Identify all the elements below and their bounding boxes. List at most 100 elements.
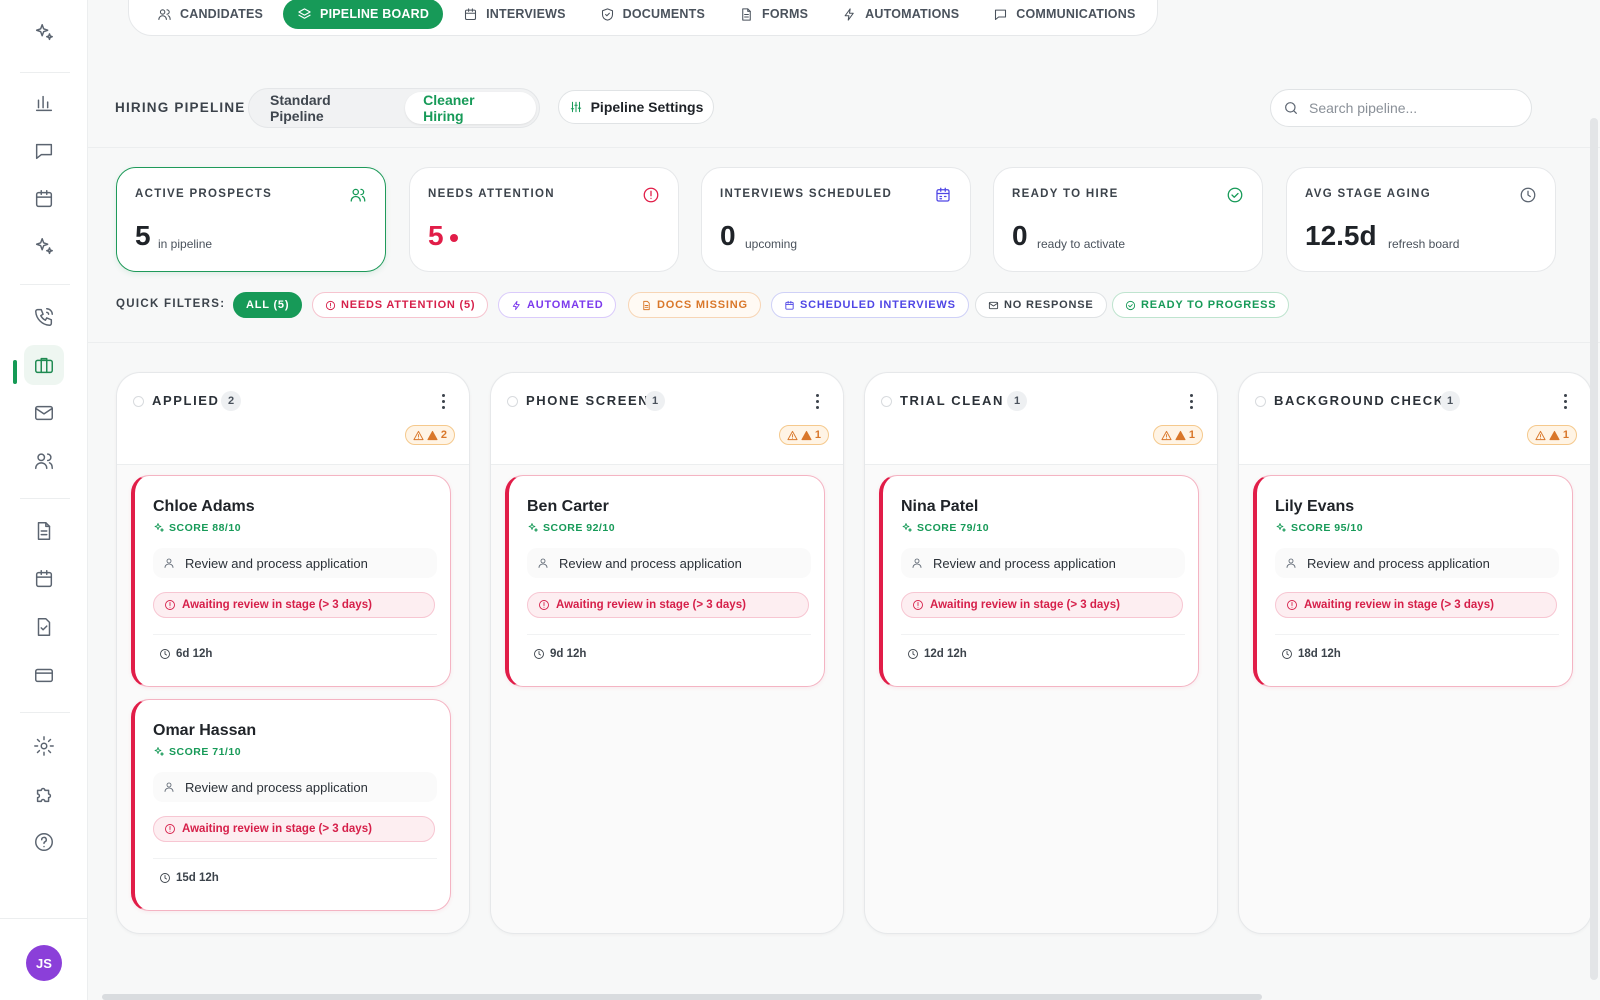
horizontal-scrollbar[interactable] <box>102 994 1262 1000</box>
message-icon <box>995 9 1007 20</box>
users-icon[interactable] <box>24 441 64 481</box>
stat-card-avg-stage-aging[interactable]: AVG STAGE AGING 12.5d refresh board <box>1286 167 1556 272</box>
score-text: SCORE 92/10 <box>543 522 616 534</box>
candidate-card[interactable]: Nina Patel SCORE 79/10 Review and proces… <box>879 475 1199 687</box>
column-menu-button[interactable] <box>1557 391 1573 411</box>
tab-forms[interactable]: FORMS <box>725 0 822 29</box>
card-alert: Awaiting review in stage (> 3 days) <box>153 592 435 618</box>
sparkle-icon <box>154 747 164 756</box>
search-input[interactable] <box>1309 100 1519 116</box>
stat-subtext: upcoming <box>745 237 798 251</box>
clock-icon <box>160 873 170 883</box>
stat-card-interviews-scheduled[interactable]: INTERVIEWS SCHEDULED 0 upcoming <box>701 167 971 272</box>
gear-icon[interactable] <box>24 726 64 766</box>
sidebar-active-indicator <box>13 360 17 384</box>
stat-card-active-prospects[interactable]: ACTIVE PROSPECTS 5 in pipeline <box>116 167 386 272</box>
filter-chip-needs-attention[interactable]: NEEDS ATTENTION (5) <box>312 292 489 318</box>
warning-icon <box>787 430 798 440</box>
bar-chart-icon[interactable] <box>24 83 64 123</box>
stage-column-phone-screen: PHONE SCREEN 1 1 Ben Carter SCORE 92/10 … <box>490 372 844 934</box>
bolt-icon <box>844 7 854 21</box>
column-select-radio[interactable] <box>507 396 518 407</box>
candidate-card[interactable]: Omar Hassan SCORE 71/10 Review and proce… <box>131 699 451 911</box>
calendar-icon <box>465 7 477 20</box>
alert-dot <box>449 233 458 242</box>
clipboard-check-icon[interactable] <box>24 607 64 647</box>
segment-cleaner-hiring[interactable]: Cleaner Hiring <box>405 92 536 124</box>
sparkle-icon <box>154 523 164 532</box>
filter-chip-docs-missing[interactable]: DOCS MISSING <box>628 292 761 318</box>
candidate-name: Ben Carter <box>527 498 609 515</box>
alert-text: Awaiting review in stage (> 3 days) <box>556 599 746 611</box>
calendar-icon[interactable] <box>24 559 64 599</box>
column-header: PHONE SCREEN 1 1 <box>491 373 843 465</box>
column-menu-button[interactable] <box>809 391 825 411</box>
vertical-scrollbar[interactable] <box>1590 118 1598 980</box>
alert-circle-icon <box>1287 600 1297 610</box>
stat-label: ACTIVE PROSPECTS <box>135 188 273 200</box>
tab-label: PIPELINE BOARD <box>320 7 430 21</box>
column-title: TRIAL CLEAN <box>900 393 1005 408</box>
avatar[interactable]: JS <box>26 945 62 981</box>
pipeline-settings-button[interactable]: Pipeline Settings <box>558 90 714 124</box>
time-in-stage: 6d 12h <box>176 648 213 660</box>
card-alert: Awaiting review in stage (> 3 days) <box>1275 592 1557 618</box>
document-icon[interactable] <box>24 511 64 551</box>
chip-label: DOCS MISSING <box>657 299 748 311</box>
tab-candidates[interactable]: CANDIDATES <box>143 0 277 29</box>
column-menu-button[interactable] <box>435 391 451 411</box>
stage-column-trial-clean: TRIAL CLEAN 1 1 Nina Patel SCORE 79/10 R… <box>864 372 1218 934</box>
card-alert: Awaiting review in stage (> 3 days) <box>153 816 435 842</box>
tab-interviews[interactable]: INTERVIEWS <box>449 0 580 29</box>
pipeline-settings-label: Pipeline Settings <box>590 99 704 115</box>
column-header: APPLIED 2 2 <box>117 373 469 465</box>
time-in-stage: 18d 12h <box>1298 648 1341 660</box>
calendar-icon <box>934 186 952 204</box>
tab-label: CANDIDATES <box>180 7 264 21</box>
filter-chip-ready-to-progress[interactable]: READY TO PROGRESS <box>1112 292 1290 318</box>
clock-icon <box>1519 186 1537 204</box>
filter-chip-no-response[interactable]: NO RESPONSE <box>975 292 1107 318</box>
calendar-icon[interactable] <box>24 179 64 219</box>
calendar-icon <box>785 300 794 310</box>
users-icon <box>158 8 171 20</box>
candidate-card[interactable]: Lily Evans SCORE 95/10 Review and proces… <box>1253 475 1573 687</box>
tab-automations[interactable]: AUTOMATIONS <box>828 0 973 29</box>
phone-icon[interactable] <box>24 297 64 337</box>
column-menu-button[interactable] <box>1183 391 1199 411</box>
warning-icon <box>427 430 438 440</box>
sparkle-icon[interactable] <box>24 227 64 267</box>
help-icon[interactable] <box>24 822 64 862</box>
column-select-radio[interactable] <box>133 396 144 407</box>
stat-card-needs-attention[interactable]: NEEDS ATTENTION 5 <box>409 167 679 272</box>
credit-card-icon[interactable] <box>24 655 64 695</box>
score-text: SCORE 88/10 <box>169 522 242 534</box>
stat-card-ready-to-hire[interactable]: READY TO HIRE 0 ready to activate <box>993 167 1263 272</box>
filter-chip-scheduled-interviews[interactable]: SCHEDULED INTERVIEWS <box>771 292 969 318</box>
sparkle-icon[interactable] <box>24 13 64 53</box>
message-icon[interactable] <box>24 131 64 171</box>
column-select-radio[interactable] <box>1255 396 1266 407</box>
column-count-badge: 1 <box>645 391 665 411</box>
candidate-card[interactable]: Chloe Adams SCORE 88/10 Review and proce… <box>131 475 451 687</box>
user-icon <box>164 782 174 792</box>
column-select-radio[interactable] <box>881 396 892 407</box>
puzzle-icon[interactable] <box>24 774 64 814</box>
refresh-board-link[interactable]: refresh board <box>1388 237 1459 251</box>
tab-label: AUTOMATIONS <box>865 7 960 21</box>
tab-communications[interactable]: COMMUNICATIONS <box>979 0 1149 29</box>
mail-icon[interactable] <box>24 393 64 433</box>
sidebar-divider <box>20 72 70 73</box>
tab-documents[interactable]: DOCUMENTS <box>586 0 719 29</box>
stat-subtext: in pipeline <box>158 237 213 251</box>
quick-filters-label: QUICK FILTERS: <box>116 298 226 310</box>
stat-value: 5 <box>428 220 444 251</box>
stat-value-row: 5 <box>428 220 458 252</box>
clock-icon <box>1282 649 1292 659</box>
candidate-card[interactable]: Ben Carter SCORE 92/10 Review and proces… <box>505 475 825 687</box>
tab-pipeline-board[interactable]: PIPELINE BOARD <box>283 0 444 29</box>
filter-chip-automated[interactable]: AUTOMATED <box>498 292 617 318</box>
briefcase-icon[interactable] <box>24 345 64 385</box>
segment-standard-pipeline[interactable]: Standard Pipeline <box>252 92 405 124</box>
filter-chip-all[interactable]: ALL (5) <box>233 292 303 318</box>
